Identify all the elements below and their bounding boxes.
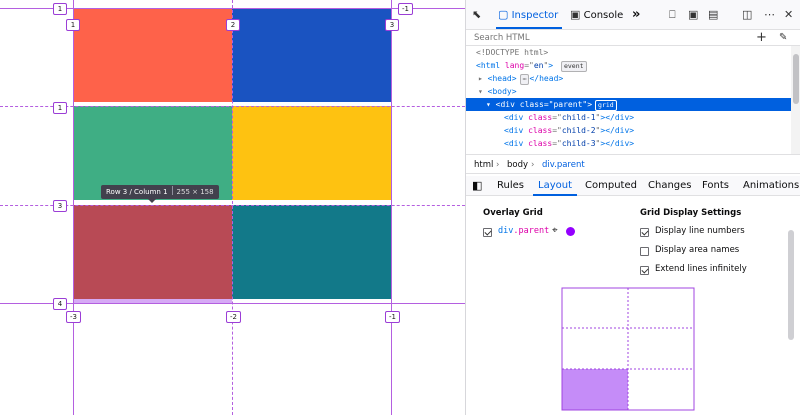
devtools-panel: ⬉ ▢ Inspector ▣ Console » ⎕ ▣ ▤ ◫ ⋯ ✕ + … [465, 0, 800, 415]
grid-display-settings-title: Grid Display Settings [640, 208, 742, 218]
tab-rules[interactable]: Rules [497, 176, 524, 196]
collapsed-ellipsis-badge[interactable]: ⋯ [519, 74, 530, 85]
search-html-input[interactable] [472, 31, 742, 45]
line-number-row-4: 4 [53, 298, 67, 310]
grid-row-line-1 [0, 8, 465, 9]
markup-doctype[interactable]: <!DOCTYPE html> [476, 46, 548, 59]
grid-outline-preview [561, 287, 695, 411]
inspector-icon: ▢ [498, 8, 509, 21]
grid-row-line-4 [0, 303, 465, 304]
line-number-col-end-2: -2 [226, 311, 241, 323]
overlay-grid-item-label[interactable]: div.parent [498, 226, 549, 236]
line-number-col-start-3: 3 [385, 19, 399, 31]
extend-lines-checkbox[interactable] [640, 266, 649, 275]
line-number-col-top-right: -1 [398, 3, 413, 15]
grid-color-swatch[interactable] [566, 227, 575, 236]
line-number-col-end-3: -1 [385, 311, 400, 323]
markup-head-node[interactable]: ▸ <head> ⋯ </head> [478, 72, 563, 85]
tooltip-area-label: Row 3 / Column 1 [106, 188, 168, 196]
grid-column-line-3 [391, 0, 392, 415]
screenshot-icon[interactable]: ▣ [688, 6, 698, 24]
line-number-row-3: 3 [53, 200, 67, 212]
more-tools-button[interactable]: » [632, 6, 640, 24]
event-badge[interactable]: event [560, 61, 587, 72]
responsive-design-icon[interactable]: ⎕ [669, 6, 676, 24]
overlay-grid-title: Overlay Grid [483, 208, 543, 218]
sidebar-tabs: ◧ Rules Layout Computed Changes Fonts An… [466, 176, 800, 196]
extend-lines-label: Extend lines infinitely [655, 264, 747, 274]
add-node-icon[interactable]: + [756, 30, 767, 45]
grid-column-line-1 [73, 0, 74, 415]
tab-animations[interactable]: Animations [743, 176, 799, 196]
markup-child-3[interactable]: <div class="child-3"></div> [504, 137, 634, 150]
markup-scrollbar-thumb[interactable] [793, 54, 799, 104]
grid-row-line-2 [0, 106, 465, 107]
grid-cell-child-6[interactable] [232, 205, 392, 299]
page-viewport: 1 1 2 3 -1 1 3 4 -3 -2 -1 Row 3 / Column… [0, 0, 465, 415]
display-line-numbers-label: Display line numbers [655, 226, 745, 236]
grid-badge[interactable]: grid [595, 100, 617, 111]
breadcrumb-div-parent[interactable]: div.parent [542, 155, 585, 175]
close-icon[interactable]: ✕ [784, 6, 793, 24]
grid-cell-tooltip: Row 3 / Column 1 255 × 158 [101, 185, 219, 199]
line-number-row-1: 1 [53, 102, 67, 114]
devtools-toolbar: ⬉ ▢ Inspector ▣ Console » ⎕ ▣ ▤ ◫ ⋯ ✕ [466, 0, 800, 30]
tab-fonts[interactable]: Fonts [702, 176, 729, 196]
display-area-names-label: Display area names [655, 245, 740, 255]
line-number-col-top-1: 1 [53, 3, 67, 15]
tab-inspector[interactable]: ▢ Inspector [498, 6, 558, 24]
layout-tab-underline [533, 194, 577, 196]
markup-body-node[interactable]: ▾ <body> [478, 85, 517, 98]
toggle-sidebar-icon[interactable]: ◧ [472, 176, 482, 196]
markup-scrollbar[interactable] [791, 46, 800, 154]
line-number-col-end-1: -3 [66, 311, 81, 323]
tooltip-dimensions: 255 × 158 [176, 188, 214, 196]
tab-layout[interactable]: Layout [538, 176, 572, 196]
markup-view: <!DOCTYPE html> <html lang="en"> event ▸… [466, 46, 791, 154]
active-tab-indicator [496, 27, 562, 29]
breadcrumb-separator-icon: › [531, 160, 535, 170]
grid-cell-child-1[interactable] [73, 8, 232, 102]
grid-outline-highlight-cell [562, 369, 628, 410]
line-number-col-start-1: 1 [66, 19, 80, 31]
breadcrumb: html › body › div.parent [466, 154, 800, 174]
display-line-numbers-checkbox[interactable] [640, 228, 649, 237]
search-row: + ✎ [466, 30, 800, 46]
breadcrumb-html[interactable]: html [474, 155, 493, 175]
rulers-icon[interactable]: ▤ [708, 6, 718, 24]
layout-panel-scrollbar[interactable] [788, 230, 794, 340]
grid-cell-child-5[interactable] [73, 205, 232, 299]
eyedropper-icon[interactable]: ✎ [779, 31, 787, 45]
pick-element-icon[interactable]: ⬉ [472, 6, 481, 24]
layout-panel: Overlay Grid div.parent ⌖ Grid Display S… [466, 197, 800, 415]
overlay-grid-checkbox[interactable] [483, 228, 492, 237]
grid-row-line-3 [0, 205, 465, 206]
tab-console[interactable]: ▣ Console [570, 6, 623, 24]
breadcrumb-separator-icon: › [496, 160, 500, 170]
display-area-names-checkbox[interactable] [640, 247, 649, 256]
options-menu-icon[interactable]: ⋯ [764, 6, 775, 24]
grid-column-line-2 [232, 0, 233, 415]
markup-child-2[interactable]: <div class="child-2"></div> [504, 124, 634, 137]
highlight-element-icon[interactable]: ⌖ [552, 226, 558, 236]
markup-div-parent-selected[interactable]: ▾ <div class="parent"> grid [466, 98, 791, 111]
grid-cell-child-4[interactable] [232, 106, 392, 200]
line-number-col-start-2: 2 [226, 19, 240, 31]
markup-html-node[interactable]: <html lang="en"> event [476, 59, 587, 72]
grid-cell-child-2[interactable] [232, 8, 392, 102]
tooltip-arrow [148, 199, 156, 203]
breadcrumb-body[interactable]: body [507, 155, 528, 175]
tab-changes[interactable]: Changes [648, 176, 692, 196]
dock-layout-icon[interactable]: ◫ [742, 6, 752, 24]
tab-computed[interactable]: Computed [585, 176, 637, 196]
console-icon: ▣ [570, 8, 581, 21]
markup-child-1[interactable]: <div class="child-1"></div> [504, 111, 634, 124]
